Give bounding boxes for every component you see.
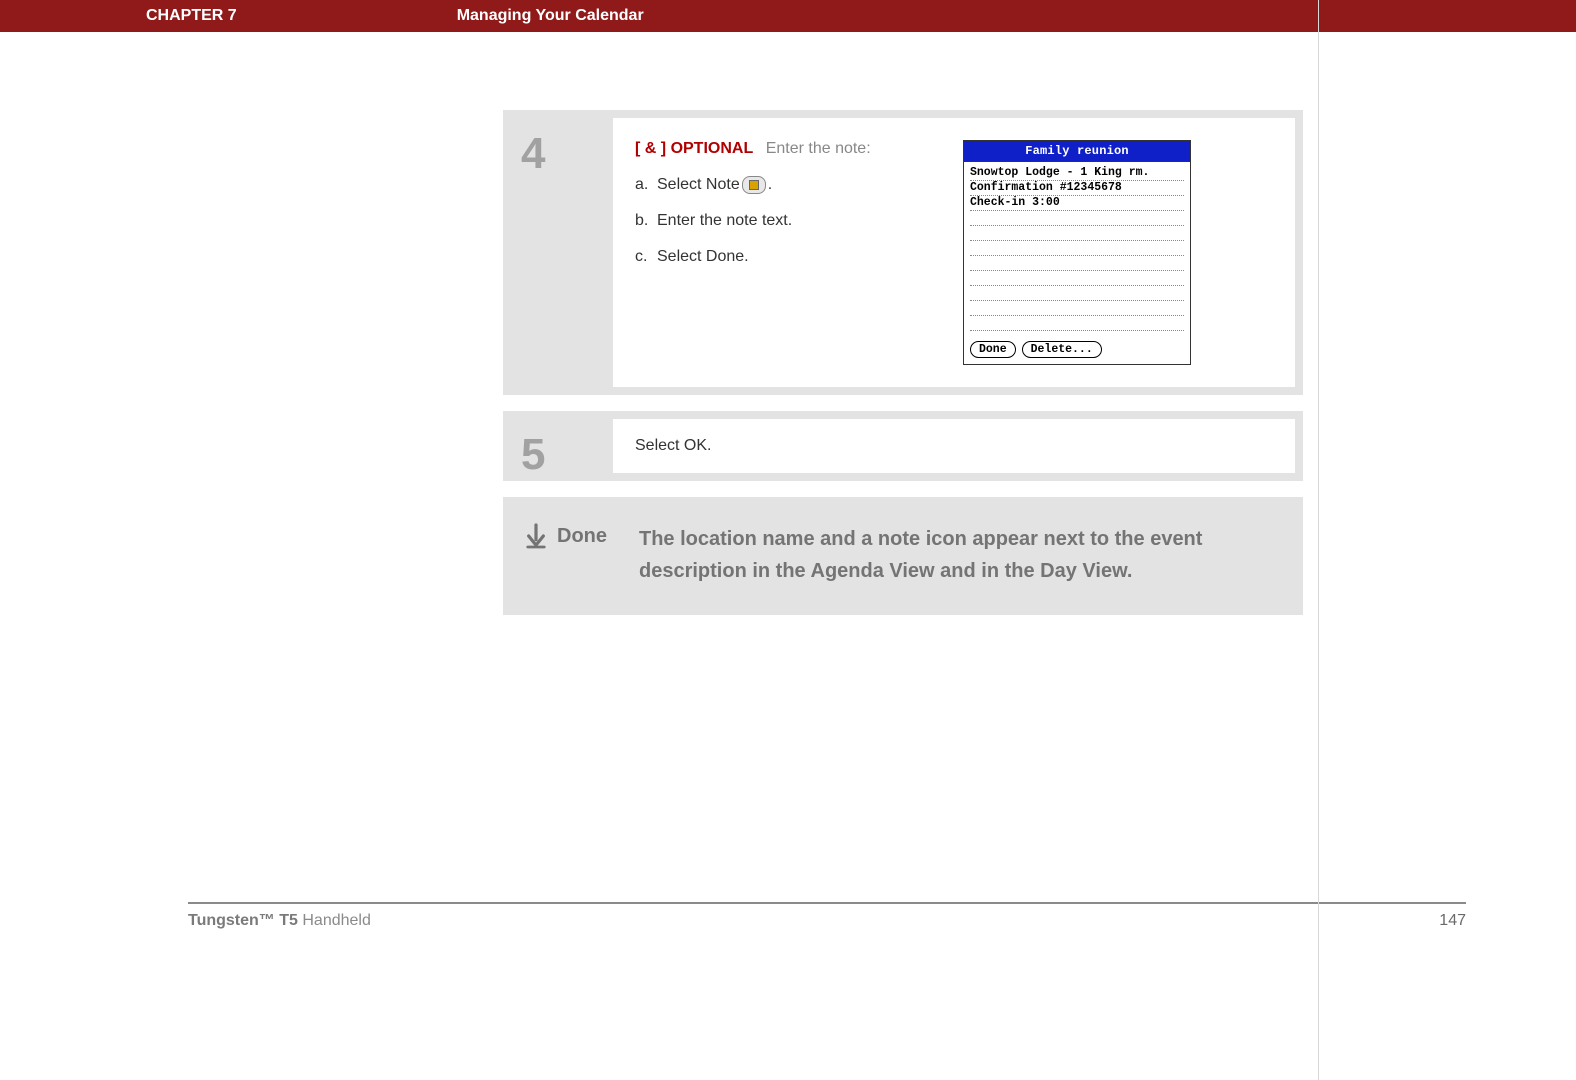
palm-line-11 xyxy=(970,316,1184,331)
page-edge xyxy=(1318,0,1319,1080)
down-arrow-icon xyxy=(525,523,547,549)
palm-line-8 xyxy=(970,271,1184,286)
substep-a-text-before: Select Note xyxy=(657,176,740,194)
footer-product-rest: Handheld xyxy=(298,912,371,929)
note-icon-glyph xyxy=(749,180,759,190)
step-4-number: 4 xyxy=(521,132,613,176)
footer-row: Tungsten™ T5 Handheld 147 xyxy=(188,912,1466,930)
substep-b-text: Enter the note text. xyxy=(657,212,792,230)
palm-line-9 xyxy=(970,286,1184,301)
substep-a-marker: a. xyxy=(635,176,657,194)
palm-line-5 xyxy=(970,226,1184,241)
step-4-instruction: Enter the note: xyxy=(766,140,871,157)
step-4-block: 4 [ & ] OPTIONAL Enter the note: a. Sele… xyxy=(503,110,1303,395)
header-inner: CHAPTER 7 Managing Your Calendar xyxy=(138,7,1438,25)
palm-delete-button: Delete... xyxy=(1022,341,1102,358)
done-header: Done xyxy=(525,523,621,549)
chapter-title: Managing Your Calendar xyxy=(457,7,644,25)
note-icon xyxy=(742,176,766,194)
substep-c-marker: c. xyxy=(635,248,657,266)
optional-prefix: [ & ] xyxy=(635,140,666,157)
palm-buttons: Done Delete... xyxy=(964,337,1190,364)
substep-a: a. Select Note . xyxy=(635,176,935,194)
palm-line-7 xyxy=(970,256,1184,271)
step-5-num-cell: 5 xyxy=(503,411,613,481)
step-4-text-col: [ & ] OPTIONAL Enter the note: a. Select… xyxy=(635,140,935,365)
header-bar: CHAPTER 7 Managing Your Calendar xyxy=(0,0,1576,32)
done-block: Done The location name and a note icon a… xyxy=(503,497,1303,615)
palm-note-screenshot: Family reunion Snowtop Lodge - 1 King rm… xyxy=(963,140,1191,365)
step-4-heading: [ & ] OPTIONAL Enter the note: xyxy=(635,140,935,158)
substep-a-text-after: . xyxy=(768,176,772,194)
footer-product: Tungsten™ T5 Handheld xyxy=(188,912,371,930)
step-4-substeps: a. Select Note . b. Enter the note text.… xyxy=(635,176,935,266)
step-5-block: 5 Select OK. xyxy=(503,411,1303,481)
palm-line-1: Snowtop Lodge - 1 King rm. xyxy=(970,166,1184,181)
palm-line-10 xyxy=(970,301,1184,316)
step-5-text-col: Select OK. xyxy=(635,437,1273,455)
palm-done-button: Done xyxy=(970,341,1016,358)
page-footer: Tungsten™ T5 Handheld 147 xyxy=(188,902,1466,930)
substep-c-text: Select Done. xyxy=(657,248,749,266)
chapter-label: CHAPTER 7 xyxy=(138,7,237,25)
substep-b-marker: b. xyxy=(635,212,657,230)
step-5-content: Select OK. xyxy=(613,419,1295,473)
footer-divider xyxy=(188,902,1466,904)
footer-product-bold: Tungsten™ T5 xyxy=(188,912,298,929)
palm-line-4 xyxy=(970,211,1184,226)
step-5-text: Select OK. xyxy=(635,437,711,454)
footer-page-number: 147 xyxy=(1439,912,1466,930)
optional-label: OPTIONAL xyxy=(671,140,754,157)
step-4-num-cell: 4 xyxy=(503,110,613,395)
page-body: 4 [ & ] OPTIONAL Enter the note: a. Sele… xyxy=(503,110,1303,615)
palm-line-3: Check-in 3:00 xyxy=(970,196,1184,211)
substep-b: b. Enter the note text. xyxy=(635,212,935,230)
step-4-content: [ & ] OPTIONAL Enter the note: a. Select… xyxy=(613,118,1295,387)
palm-body: Snowtop Lodge - 1 King rm. Confirmation … xyxy=(964,162,1190,337)
palm-line-6 xyxy=(970,241,1184,256)
substep-c: c. Select Done. xyxy=(635,248,935,266)
step-5-number: 5 xyxy=(521,433,613,477)
palm-titlebar: Family reunion xyxy=(964,141,1190,162)
palm-line-2: Confirmation #12345678 xyxy=(970,181,1184,196)
done-label: Done xyxy=(557,525,607,548)
done-text: The location name and a note icon appear… xyxy=(639,523,1281,587)
